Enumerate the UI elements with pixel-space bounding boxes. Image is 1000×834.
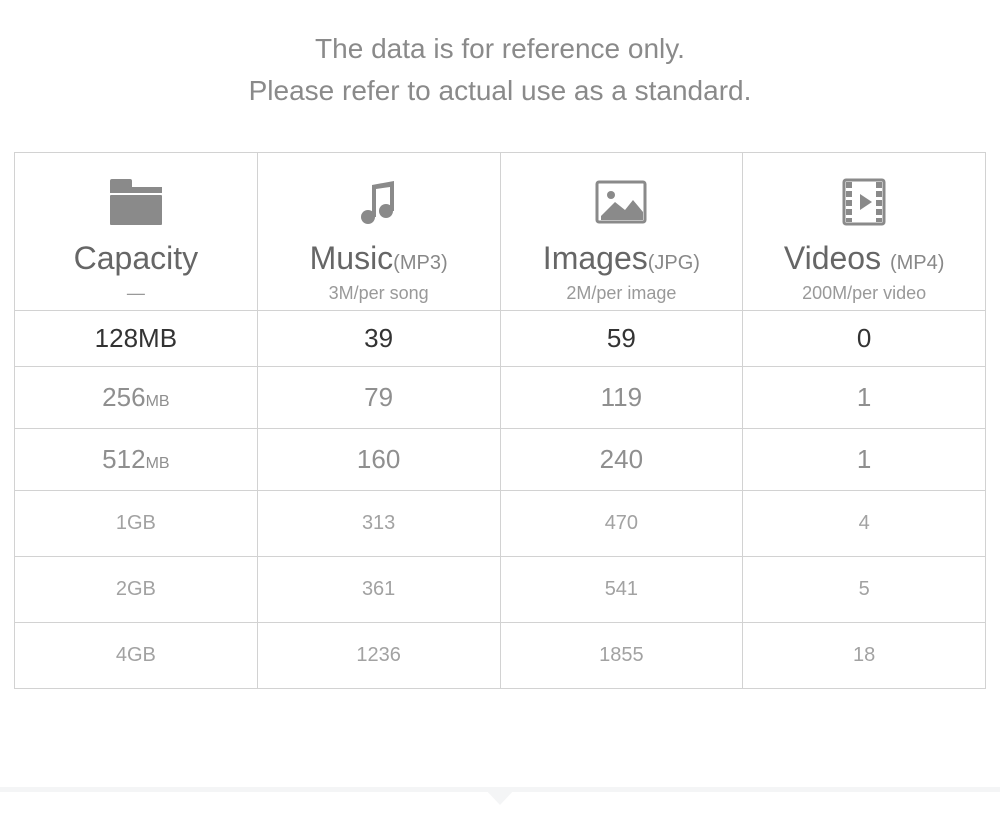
table-row: 2GB3615415 [15, 557, 986, 623]
col-note: — [15, 283, 257, 304]
table-row: 512MB1602401 [15, 429, 986, 491]
col-note: 200M/per video [743, 283, 985, 304]
cell-images: 119 [500, 367, 743, 429]
video-icon [743, 174, 985, 230]
cell-images: 240 [500, 429, 743, 491]
cell-music: 39 [257, 311, 500, 367]
table-body: 128MB39590256MB791191512MB16024011GB3134… [15, 311, 986, 689]
table-row: 256MB791191 [15, 367, 986, 429]
cell-music: 1236 [257, 623, 500, 689]
cell-videos: 1 [743, 367, 986, 429]
cell-images: 541 [500, 557, 743, 623]
intro-line2: Please refer to actual use as a standard… [0, 70, 1000, 112]
col-note: 3M/per song [258, 283, 500, 304]
cell-music: 79 [257, 367, 500, 429]
table-header-row: Capacity — Music(MP3) 3M [15, 153, 986, 311]
cell-videos: 5 [743, 557, 986, 623]
table-row: 4GB1236185518 [15, 623, 986, 689]
col-title: Images [543, 240, 648, 276]
col-music: Music(MP3) 3M/per song [257, 153, 500, 311]
footer-divider [0, 778, 1000, 808]
col-capacity: Capacity — [15, 153, 258, 311]
cell-music: 313 [257, 491, 500, 557]
cell-images: 1855 [500, 623, 743, 689]
folder-icon [15, 174, 257, 230]
table-row: 128MB39590 [15, 311, 986, 367]
col-title: Capacity [74, 240, 199, 276]
col-note: 2M/per image [501, 283, 743, 304]
cell-images: 59 [500, 311, 743, 367]
cell-capacity: 256MB [15, 367, 258, 429]
cell-videos: 18 [743, 623, 986, 689]
cell-music: 361 [257, 557, 500, 623]
image-icon [501, 174, 743, 230]
cell-images: 470 [500, 491, 743, 557]
col-title: Videos [784, 240, 890, 276]
cell-capacity: 4GB [15, 623, 258, 689]
cell-capacity: 128MB [15, 311, 258, 367]
intro-line1: The data is for reference only. [0, 28, 1000, 70]
col-images: Images(JPG) 2M/per image [500, 153, 743, 311]
table-row: 1GB3134704 [15, 491, 986, 557]
col-sub: (JPG) [648, 252, 700, 274]
cell-videos: 1 [743, 429, 986, 491]
music-icon [258, 174, 500, 230]
col-videos: Videos (MP4) 200M/per video [743, 153, 986, 311]
intro-text: The data is for reference only. Please r… [0, 0, 1000, 112]
cell-videos: 4 [743, 491, 986, 557]
cell-capacity: 512MB [15, 429, 258, 491]
capacity-table: Capacity — Music(MP3) 3M [14, 152, 986, 689]
col-title: Music [310, 240, 394, 276]
cell-music: 160 [257, 429, 500, 491]
cell-capacity: 2GB [15, 557, 258, 623]
cell-videos: 0 [743, 311, 986, 367]
col-sub: (MP3) [393, 252, 447, 274]
col-sub: (MP4) [890, 252, 944, 274]
cell-capacity: 1GB [15, 491, 258, 557]
